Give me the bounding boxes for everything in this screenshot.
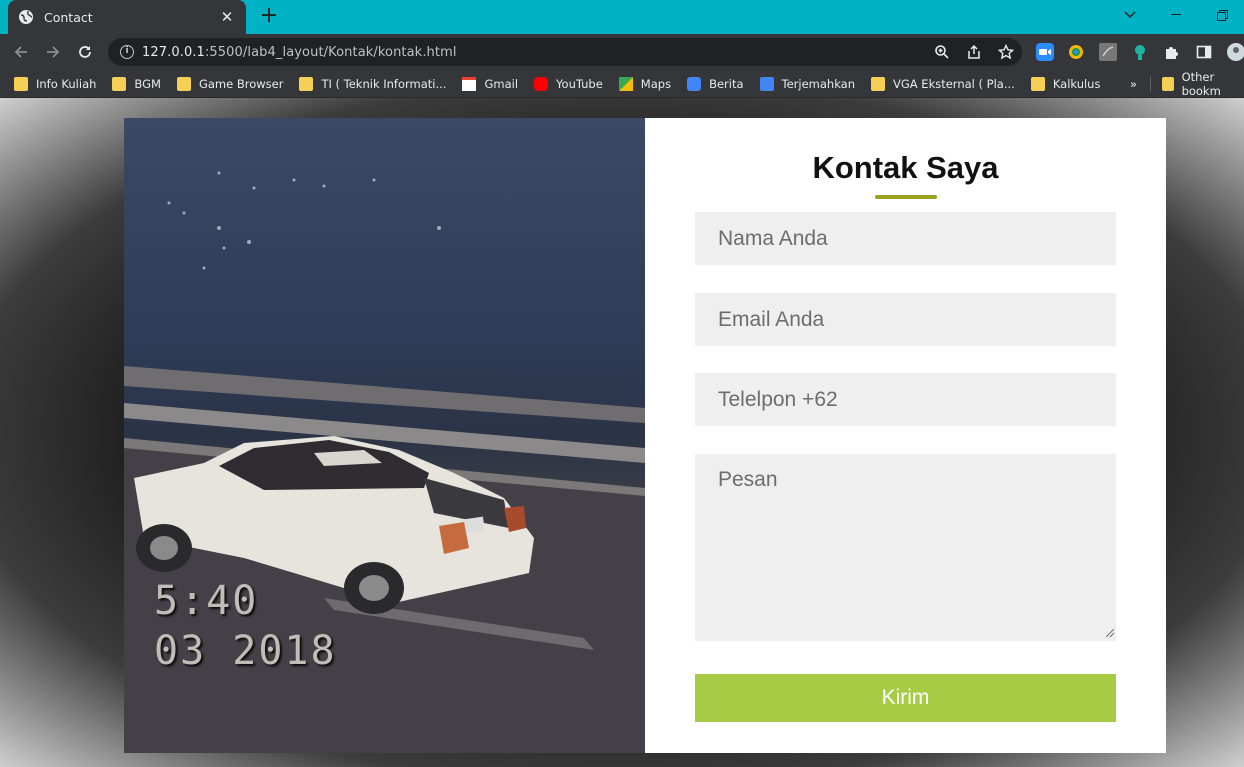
phone-input[interactable] [695, 373, 1116, 426]
photo-date-stamp: 03 2018 [154, 628, 337, 674]
title-underline [875, 195, 937, 199]
youtube-icon [534, 76, 549, 91]
bookmark-label: Info Kuliah [36, 76, 97, 91]
maps-icon [618, 76, 633, 91]
bookmark-item[interactable]: Info Kuliah [14, 76, 97, 91]
tab-title: Contact [44, 9, 93, 25]
reload-button[interactable] [73, 40, 97, 64]
tampermonkey-extension-icon[interactable] [1130, 42, 1150, 62]
bookmark-item[interactable]: Berita [687, 76, 744, 91]
photo-time-stamp: 5:40 [154, 578, 259, 624]
folder-icon [14, 76, 28, 91]
resize-handle-icon[interactable] [1106, 629, 1114, 637]
bookmark-item[interactable]: YouTube [534, 76, 603, 91]
translate-icon [759, 76, 774, 91]
contact-card: 5:40 03 2018 Kontak Saya Kirim [124, 118, 1166, 753]
news-icon [687, 76, 702, 91]
submit-button[interactable]: Kirim [695, 674, 1116, 722]
back-button[interactable] [9, 40, 33, 64]
forward-button[interactable] [41, 40, 65, 64]
address-bar[interactable]: i 127.0.0.1:5500/lab4_layout/Kontak/kont… [108, 38, 1022, 66]
name-input[interactable] [695, 212, 1116, 265]
bookmark-item[interactable]: Maps [618, 76, 672, 91]
zoom-meeting-extension-icon[interactable] [1035, 42, 1055, 62]
browser-toolbar: i 127.0.0.1:5500/lab4_layout/Kontak/kont… [0, 34, 1244, 70]
minimize-button[interactable] [1153, 0, 1199, 30]
globe-icon [18, 9, 34, 25]
url-path: :5500/lab4_layout/Kontak/kontak.html [204, 44, 457, 60]
folder-icon [1030, 76, 1045, 91]
close-tab-icon[interactable]: ✕ [218, 8, 236, 26]
bookmark-label: Game Browser [198, 76, 284, 91]
bookmark-label: VGA Eksternal ( Pla... [893, 76, 1015, 91]
page-viewport: 5:40 03 2018 Kontak Saya Kirim [0, 98, 1244, 767]
bookmark-label: BGM [134, 76, 161, 91]
bookmark-label: TI ( Teknik Informati... [321, 76, 447, 91]
profile-avatar-icon[interactable] [1226, 42, 1244, 62]
email-input[interactable] [695, 293, 1116, 346]
bookmark-item[interactable]: Kalkulus [1030, 76, 1101, 91]
bookmark-label: Berita [709, 76, 744, 91]
bookmark-item[interactable]: Gmail [462, 76, 519, 91]
bookmark-item[interactable]: BGM [112, 76, 161, 91]
bookmark-item[interactable]: Terjemahkan [759, 76, 855, 91]
bookmark-label: YouTube [556, 76, 603, 91]
page-title: Kontak Saya [812, 150, 999, 185]
bookmark-label: Kalkulus [1052, 76, 1101, 91]
url-host: 127.0.0.1 [142, 44, 205, 60]
bookmark-label: Maps [640, 76, 672, 91]
site-info-icon[interactable]: i [120, 45, 134, 59]
folder-icon [112, 76, 127, 91]
contact-form: Kontak Saya Kirim [645, 118, 1166, 753]
pdf-extension-icon[interactable] [1098, 42, 1118, 62]
tab-strip: Contact ✕ + [0, 0, 1244, 34]
folder-icon [176, 76, 191, 91]
extensions-puzzle-icon[interactable] [1162, 42, 1182, 62]
bookmark-item[interactable]: Game Browser [176, 76, 284, 91]
restore-button[interactable] [1199, 0, 1244, 30]
side-panel-icon[interactable] [1194, 42, 1214, 62]
other-bookmarks-label: Other bookm [1181, 70, 1221, 98]
new-tab-button[interactable]: + [258, 5, 280, 27]
folder-icon [871, 76, 885, 91]
bookmark-label: Gmail [484, 76, 519, 91]
zoom-icon[interactable] [932, 42, 952, 62]
tab-search-icon[interactable] [1107, 0, 1153, 30]
share-icon[interactable] [964, 42, 984, 62]
other-bookmarks[interactable]: Other bookm [1162, 70, 1244, 98]
bookmark-item[interactable]: VGA Eksternal ( Pla... [871, 76, 1015, 91]
bookmark-star-icon[interactable] [996, 42, 1016, 62]
bookmark-label: Terjemahkan [781, 76, 855, 91]
tab-contact[interactable]: Contact ✕ [8, 0, 246, 34]
colorful-extension-icon[interactable] [1066, 42, 1086, 62]
more-bookmarks-chevron-icon[interactable]: » [1130, 70, 1137, 98]
car-photo: 5:40 03 2018 [124, 118, 645, 753]
folder-icon [299, 76, 314, 91]
gmail-icon [462, 76, 477, 91]
message-textarea[interactable] [695, 454, 1116, 641]
folder-icon [1162, 77, 1174, 91]
bookmarks-bar: Info Kuliah BGM Game Browser TI ( Teknik In… [0, 70, 1244, 98]
bookmark-item[interactable]: TI ( Teknik Informati... [299, 76, 447, 91]
